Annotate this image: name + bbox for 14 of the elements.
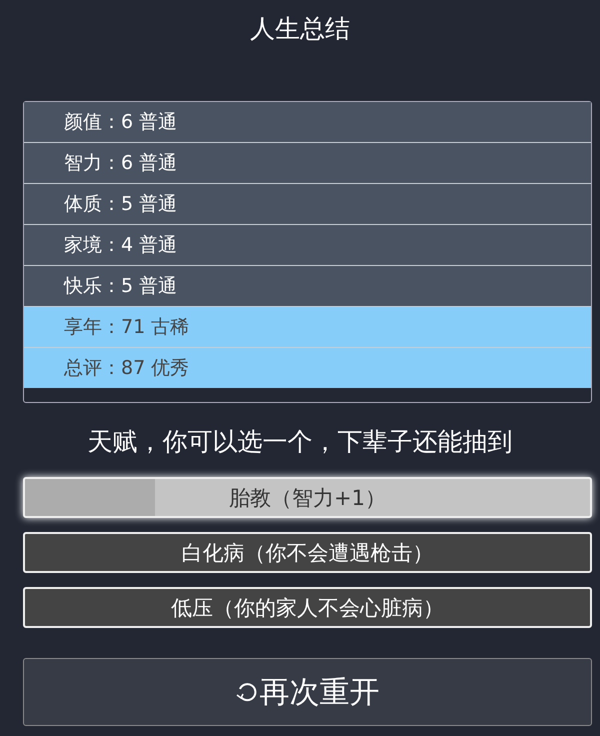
stat-row: 家境：4 普通 (24, 225, 591, 266)
stat-row: 享年：71 古稀 (24, 307, 591, 348)
stat-row: 快乐：5 普通 (24, 266, 591, 307)
talent-button[interactable]: 胎教（智力+1） (23, 477, 592, 518)
talent-heading: 天赋，你可以选一个，下辈子还能抽到 (86, 426, 514, 458)
talent-button[interactable]: 低压（你的家人不会心脏病） (23, 587, 592, 628)
refresh-icon (236, 681, 258, 703)
screen-title: 人生总结 (249, 13, 351, 45)
restart-button[interactable]: 再次重开 (23, 658, 592, 726)
stat-row: 智力：6 普通 (24, 143, 591, 184)
stat-row: 总评：87 优秀 (24, 348, 591, 388)
stat-row: 体质：5 普通 (24, 184, 591, 225)
talent-button[interactable]: 白化病（你不会遭遇枪击） (23, 532, 592, 573)
stat-row: 颜值：6 普通 (24, 102, 591, 143)
